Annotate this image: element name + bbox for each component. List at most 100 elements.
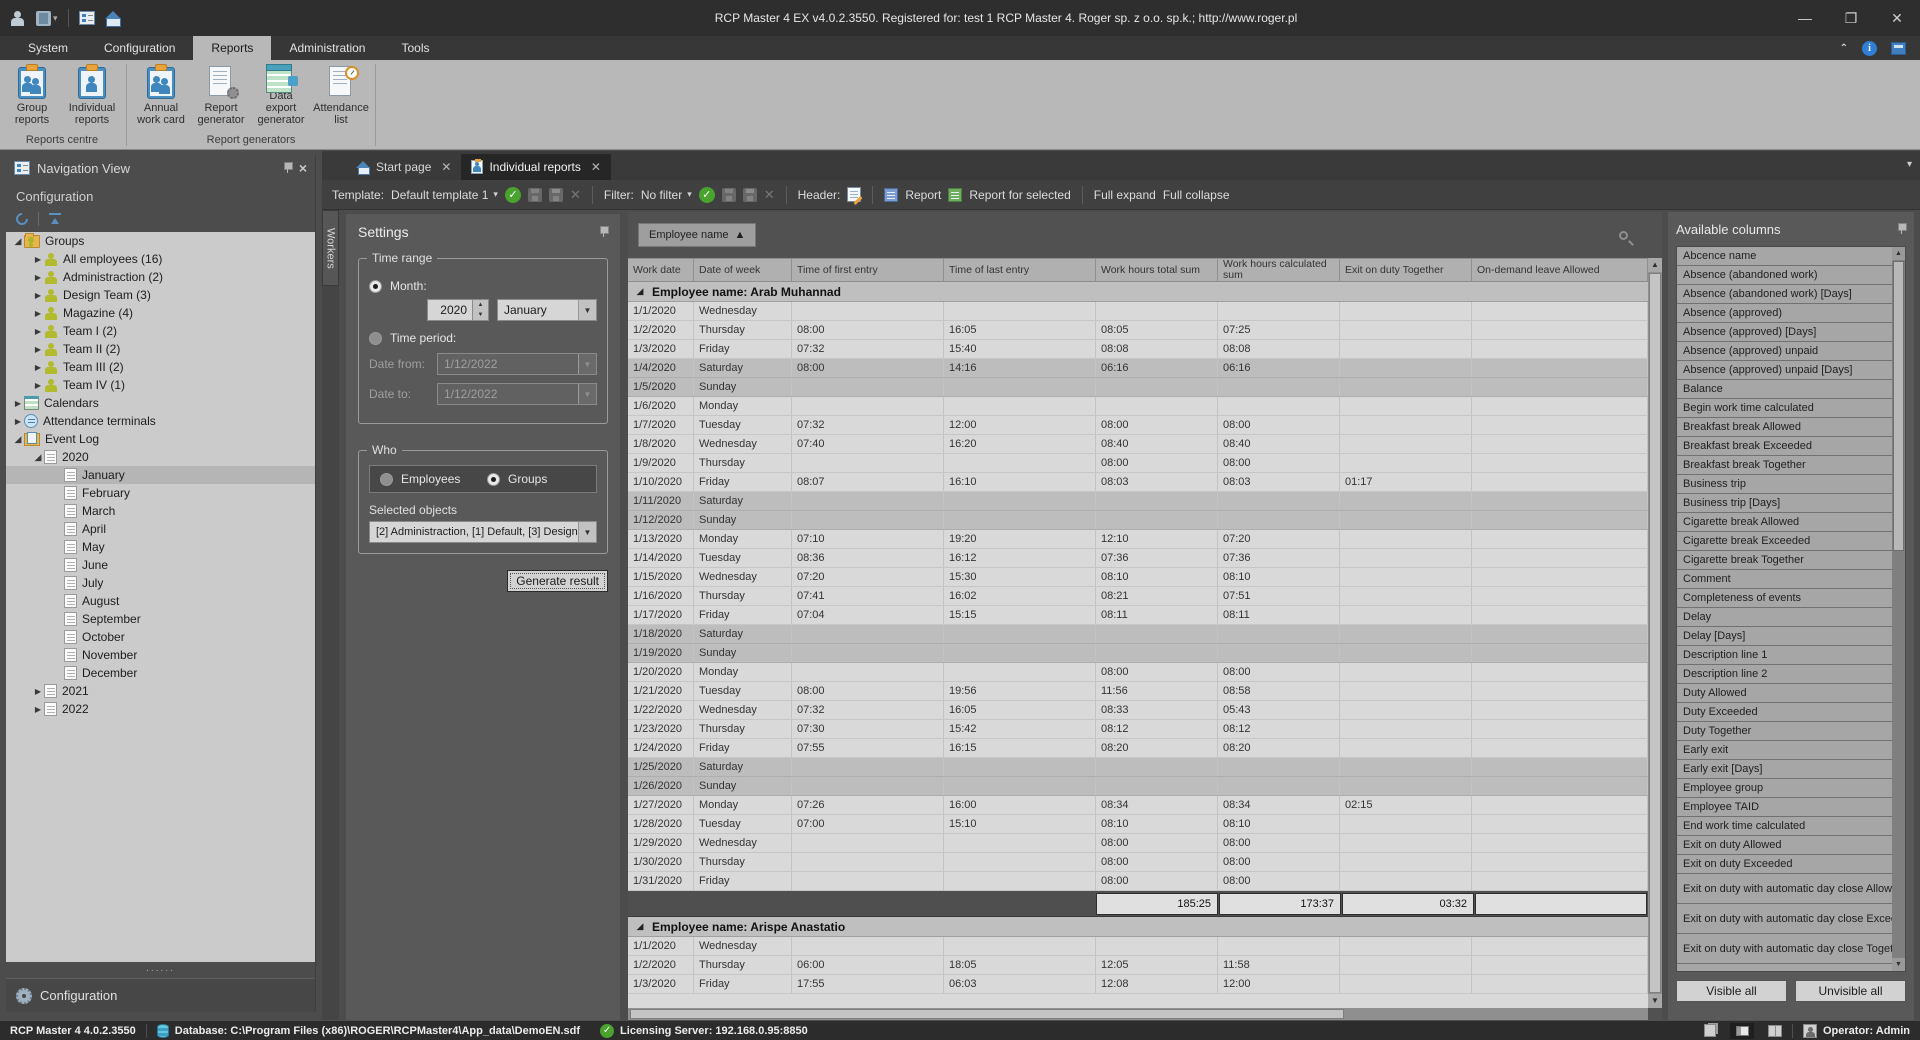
list-item-description-line-1[interactable]: Description line 1 — [1677, 646, 1905, 665]
tree-item-november[interactable]: November — [6, 646, 315, 664]
table-row[interactable]: 1/27/2020Monday07:2616:0008:3408:3402:15 — [628, 796, 1648, 815]
list-item-duty-together[interactable]: Duty Together — [1677, 722, 1905, 741]
pin-icon[interactable] — [599, 226, 608, 238]
scroll-up-icon[interactable]: ▲ — [1892, 247, 1905, 260]
info-icon[interactable]: i — [1862, 41, 1877, 56]
expand-icon[interactable]: ▶ — [32, 687, 44, 696]
collapse-icon[interactable]: ◢ — [634, 286, 646, 297]
year-down-icon[interactable]: ▼ — [473, 310, 488, 320]
list-item-comment[interactable]: Comment — [1677, 570, 1905, 589]
selected-objects-select[interactable]: [2] Administraction, [1] Default, [3] De… — [369, 521, 597, 543]
tree-item-2021[interactable]: ▶2021 — [6, 682, 315, 700]
list-item-begin-work-time-calculated[interactable]: Begin work time calculated — [1677, 399, 1905, 418]
ribbon-button-group-reports[interactable]: Groupreports — [4, 62, 60, 126]
list-item-employee-group[interactable]: Employee group — [1677, 779, 1905, 798]
chevron-down-icon[interactable]: ▼ — [578, 300, 596, 320]
table-row[interactable]: 1/18/2020Saturday — [628, 625, 1648, 644]
scroll-down-icon[interactable]: ▼ — [1648, 994, 1662, 1008]
tree-item-march[interactable]: March — [6, 502, 315, 520]
refresh-icon[interactable] — [14, 211, 31, 228]
template-delete-icon[interactable]: ✕ — [570, 187, 581, 203]
ribbon-button-annual-work-card[interactable]: Annualwork card — [133, 62, 189, 126]
year-up-icon[interactable]: ▲ — [473, 300, 488, 310]
tree-item-february[interactable]: February — [6, 484, 315, 502]
list-item-breakfast-break-exceeded[interactable]: Breakfast break Exceeded — [1677, 437, 1905, 456]
scrollbar-thumb[interactable] — [1649, 273, 1661, 993]
expand-icon[interactable]: ▶ — [32, 327, 44, 336]
list-item-balance[interactable]: Balance — [1677, 380, 1905, 399]
tree-item-event-log[interactable]: ◢Event Log — [6, 430, 315, 448]
expand-icon[interactable]: ▶ — [32, 309, 44, 318]
list-item-early-exit-days[interactable]: Early exit [Days] — [1677, 760, 1905, 779]
generate-result-button[interactable]: Generate result — [507, 570, 608, 592]
list-item-absence-abandoned-work[interactable]: Absence (abandoned work) — [1677, 266, 1905, 285]
expand-icon[interactable]: ▶ — [32, 291, 44, 300]
column-header-on-demand-leave-allowed[interactable]: On-demand leave Allowed — [1472, 259, 1648, 281]
table-row[interactable]: 1/16/2020Thursday07:4116:0208:2107:51 — [628, 587, 1648, 606]
year-value[interactable]: 2020 — [427, 299, 473, 321]
table-row[interactable]: 1/2/2020Thursday08:0016:0508:0507:25 — [628, 321, 1648, 340]
table-row[interactable]: 1/13/2020Monday07:1019:2012:1007:20 — [628, 530, 1648, 549]
expand-icon[interactable]: ▶ — [32, 381, 44, 390]
column-header-work-hours-total-sum[interactable]: Work hours total sum — [1096, 259, 1218, 281]
list-item-cigarette-break-exceeded[interactable]: Cigarette break Exceeded — [1677, 532, 1905, 551]
collapse-icon[interactable]: ◢ — [12, 236, 24, 247]
horizontal-scrollbar[interactable] — [628, 1008, 1648, 1020]
year-spinner[interactable]: 2020 ▲▼ — [427, 299, 489, 321]
table-row[interactable]: 1/22/2020Wednesday07:3216:0508:3305:43 — [628, 701, 1648, 720]
report-button[interactable]: Report — [905, 188, 941, 202]
table-row[interactable]: 1/26/2020Sunday — [628, 777, 1648, 796]
template-dropdown[interactable]: Default template 1▾ — [391, 188, 498, 202]
list-item-absence-approved[interactable]: Absence (approved) — [1677, 304, 1905, 323]
table-row[interactable]: 1/7/2020Tuesday07:3212:0008:0008:00 — [628, 416, 1648, 435]
list-item-employee-taid[interactable]: Employee TAID — [1677, 798, 1905, 817]
list-item-early-exit[interactable]: Early exit — [1677, 741, 1905, 760]
list-item-absence-approved-unpaid-days[interactable]: Absence (approved) unpaid [Days] — [1677, 361, 1905, 380]
table-row[interactable]: 1/24/2020Friday07:5516:1508:2008:20 — [628, 739, 1648, 758]
expand-icon[interactable]: ▶ — [12, 417, 24, 426]
list-item-breakfast-break-together[interactable]: Breakfast break Together — [1677, 456, 1905, 475]
list-item-cigarette-break-together[interactable]: Cigarette break Together — [1677, 551, 1905, 570]
table-row[interactable]: 1/19/2020Sunday — [628, 644, 1648, 663]
tree-item-may[interactable]: May — [6, 538, 315, 556]
scroll-down-icon[interactable]: ▼ — [1892, 958, 1905, 971]
scrollbar-thumb[interactable] — [630, 1009, 1344, 1019]
vertical-scrollbar[interactable]: ▲ ▼ — [1648, 258, 1662, 1008]
menu-item-configuration[interactable]: Configuration — [86, 36, 193, 60]
table-row[interactable]: 1/1/2020Wednesday — [628, 937, 1648, 956]
tree-item-january[interactable]: January — [6, 466, 315, 484]
tree-item-team-i-2[interactable]: ▶Team I (2) — [6, 322, 315, 340]
minimize-button[interactable]: — — [1782, 0, 1828, 36]
table-row[interactable]: 1/5/2020Sunday — [628, 378, 1648, 397]
table-row[interactable]: 1/10/2020Friday08:0716:1008:0308:0301:17 — [628, 473, 1648, 492]
menu-item-administration[interactable]: Administration — [271, 36, 383, 60]
list-item-description-line-2[interactable]: Description line 2 — [1677, 665, 1905, 684]
column-header-time-of-first-entry[interactable]: Time of first entry — [792, 259, 944, 281]
collapse-icon[interactable]: ◢ — [32, 452, 44, 463]
tree-item-october[interactable]: October — [6, 628, 315, 646]
expand-icon[interactable]: ▶ — [32, 255, 44, 264]
panel-splitter[interactable]: ...... — [6, 962, 315, 978]
list-item-exit-on-duty-with-automatic-day-close-exceeded[interactable]: Exit on duty with automatic day close Ex… — [1677, 904, 1905, 934]
menu-item-reports[interactable]: Reports — [193, 36, 271, 60]
table-row[interactable]: 1/1/2020Wednesday — [628, 302, 1648, 321]
table-row[interactable]: 1/31/2020Friday08:0008:00 — [628, 872, 1648, 891]
sidebar-item-configuration[interactable]: Configuration — [6, 978, 315, 1012]
tree-item-june[interactable]: June — [6, 556, 315, 574]
tree-item-team-iii-2[interactable]: ▶Team III (2) — [6, 358, 315, 376]
filter-save-icon[interactable] — [722, 188, 736, 202]
filter-dropdown[interactable]: No filter▾ — [641, 188, 692, 202]
list-item-absence-abandoned-work-days[interactable]: Absence (abandoned work) [Days] — [1677, 285, 1905, 304]
expand-icon[interactable]: ▶ — [32, 273, 44, 282]
tree-item-groups[interactable]: ◢Groups — [6, 232, 315, 250]
template-edit-icon[interactable] — [549, 188, 563, 202]
table-row[interactable]: 1/15/2020Wednesday07:2015:3008:1008:10 — [628, 568, 1648, 587]
list-item-exit-on-duty-allowed[interactable]: Exit on duty Allowed — [1677, 836, 1905, 855]
list-item-abcence-name[interactable]: Abcence name — [1677, 247, 1905, 266]
close-button[interactable]: ✕ — [1874, 0, 1920, 36]
tree-item-attendance-terminals[interactable]: ▶Attendance terminals — [6, 412, 315, 430]
table-row[interactable]: 1/21/2020Tuesday08:0019:5611:5608:58 — [628, 682, 1648, 701]
collapse-icon[interactable]: ◢ — [634, 921, 646, 932]
tree-item-team-ii-2[interactable]: ▶Team II (2) — [6, 340, 315, 358]
date-from-field[interactable]: 1/12/2022 ▼ — [437, 353, 597, 375]
